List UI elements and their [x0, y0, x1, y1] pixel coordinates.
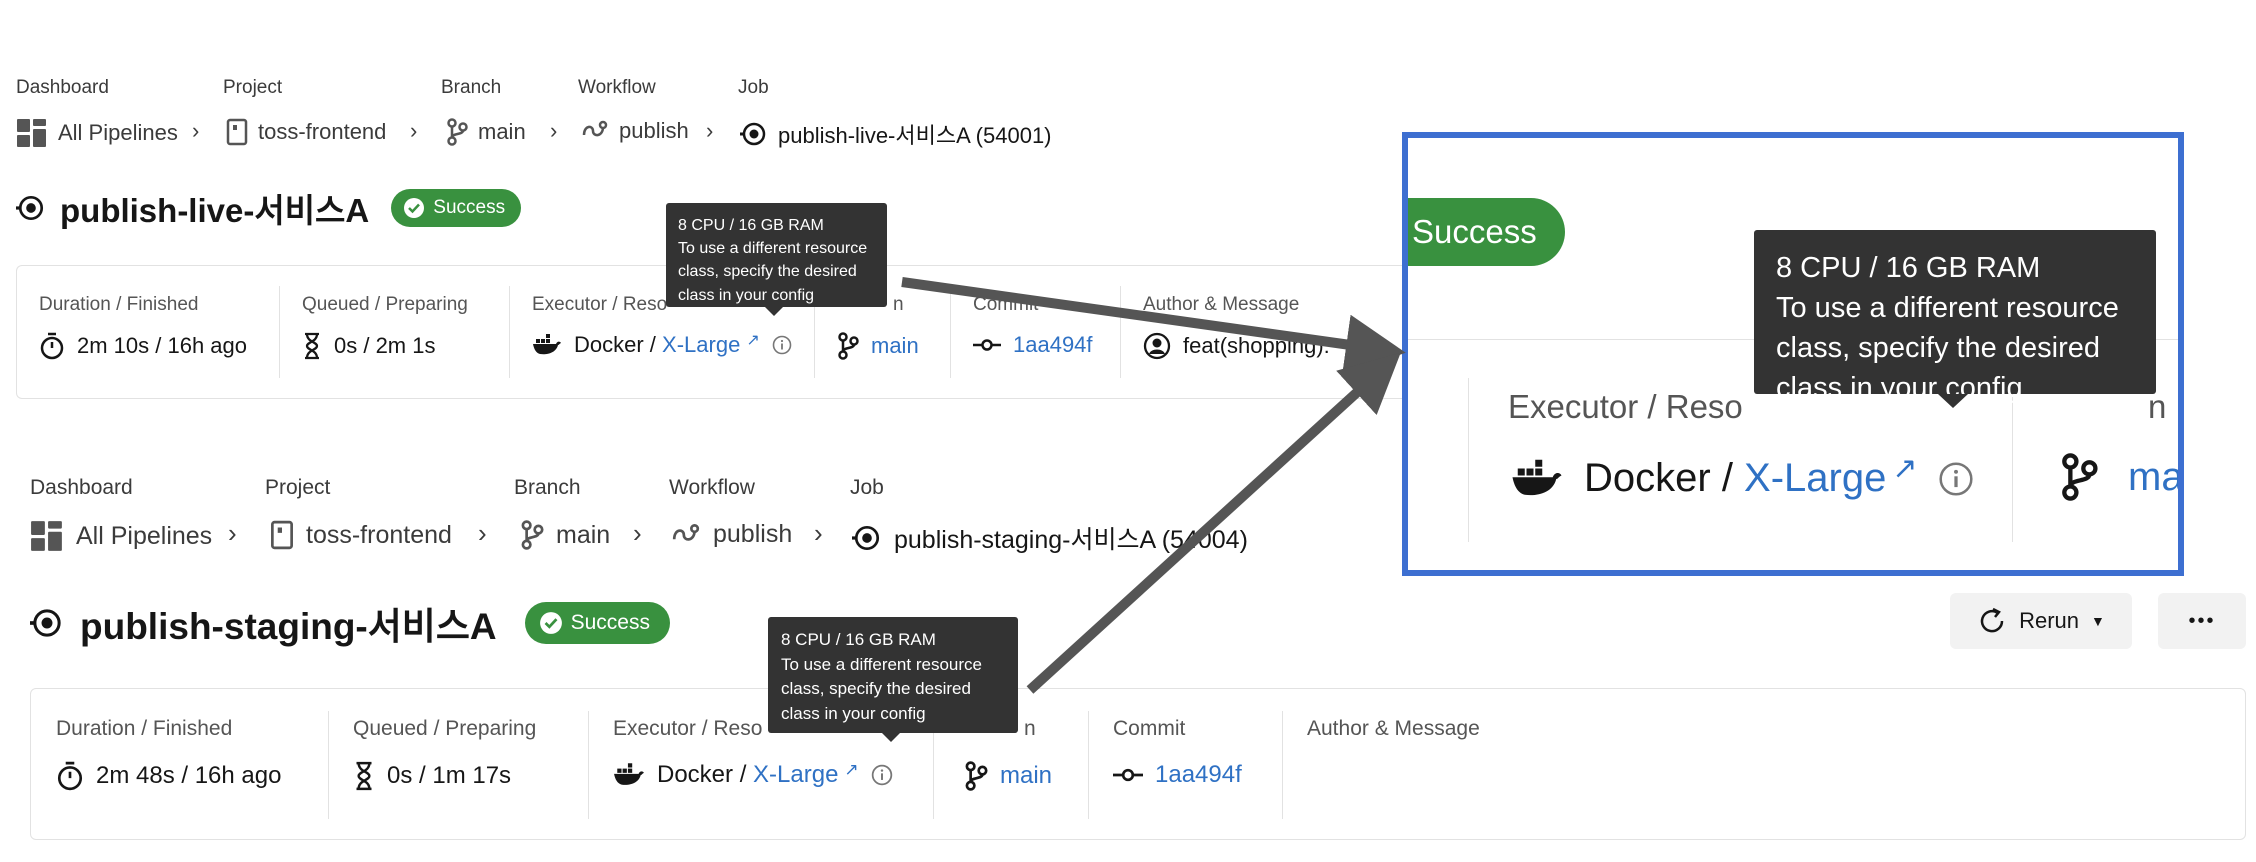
arrow-bottom-to-callout: [1026, 352, 1401, 694]
arrow-top-to-callout: [901, 277, 1406, 375]
annotation-arrows: [901, 277, 1406, 694]
